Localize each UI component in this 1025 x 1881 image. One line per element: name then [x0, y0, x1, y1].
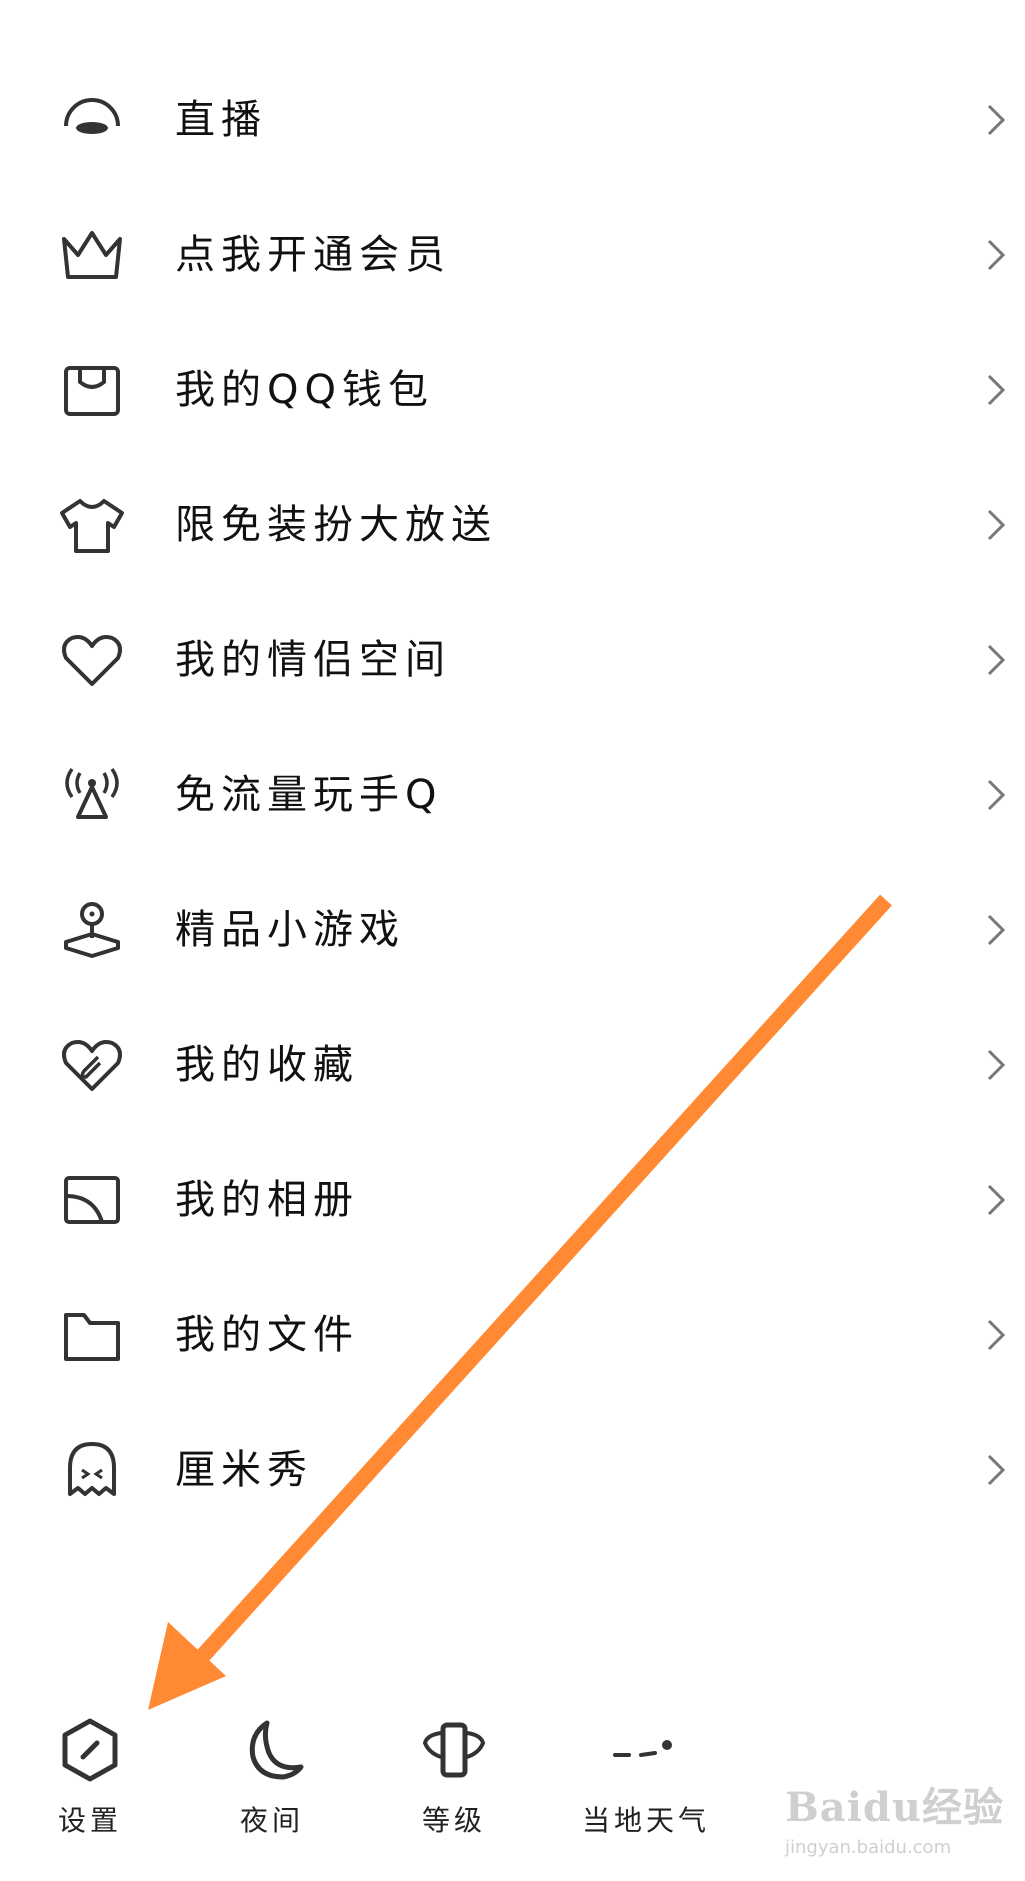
- live-icon: [58, 90, 126, 150]
- menu-item-label: 直播: [175, 97, 267, 143]
- chevron-right-icon: [985, 1317, 1009, 1353]
- menu-item-live[interactable]: 直播: [0, 52, 1025, 187]
- favorite-heart-icon: [58, 1035, 126, 1095]
- chevron-right-icon: [985, 237, 1009, 273]
- chevron-right-icon: [985, 777, 1009, 813]
- night-mode-label: 夜间: [239, 1804, 304, 1837]
- settings-hexagon-icon: [55, 1715, 125, 1785]
- settings-label: 设置: [57, 1804, 122, 1837]
- tshirt-icon: [58, 495, 126, 555]
- menu-item-files[interactable]: 我的文件: [0, 1267, 1025, 1402]
- menu-item-favorites[interactable]: 我的收藏: [0, 997, 1025, 1132]
- watermark-logo: Baidu经验: [785, 1784, 1004, 1831]
- avatar-ghost-icon: [58, 1440, 126, 1500]
- menu-item-label: 限免装扮大放送: [175, 502, 497, 548]
- menu-item-label: 免流量玩手Q: [175, 772, 443, 818]
- menu-item-wallet[interactable]: 我的QQ钱包: [0, 322, 1025, 457]
- menu-item-couple[interactable]: 我的情侣空间: [0, 592, 1025, 727]
- night-mode-button[interactable]: 夜间: [202, 1715, 342, 1855]
- heart-icon: [58, 630, 126, 690]
- menu-item-label: 精品小游戏: [175, 907, 405, 953]
- menu-item-label: 我的相册: [175, 1177, 359, 1223]
- folder-icon: [58, 1305, 126, 1365]
- level-label: 等级: [421, 1804, 486, 1837]
- weather-button[interactable]: 当地天气: [566, 1715, 726, 1855]
- joystick-icon: [58, 900, 126, 960]
- level-button[interactable]: 等级: [384, 1715, 524, 1855]
- menu-item-label: 我的收藏: [175, 1042, 359, 1088]
- menu-item-vip[interactable]: 点我开通会员: [0, 187, 1025, 322]
- menu-item-label: 我的情侣空间: [175, 637, 451, 683]
- chevron-right-icon: [985, 912, 1009, 948]
- menu-item-theme[interactable]: 限免装扮大放送: [0, 457, 1025, 592]
- menu-item-label: 我的QQ钱包: [175, 367, 434, 413]
- crown-icon: [58, 225, 126, 285]
- menu-item-label: 厘米秀: [175, 1447, 313, 1493]
- weather-label: 当地天气: [581, 1804, 710, 1837]
- chevron-right-icon: [985, 1182, 1009, 1218]
- album-icon: [58, 1170, 126, 1230]
- menu-item-label: 点我开通会员: [175, 232, 451, 278]
- menu-item-games[interactable]: 精品小游戏: [0, 862, 1025, 997]
- moon-icon: [237, 1715, 307, 1785]
- menu-item-album[interactable]: 我的相册: [0, 1132, 1025, 1267]
- settings-button[interactable]: 设置: [20, 1715, 160, 1855]
- watermark-url: jingyan.baidu.com: [785, 1837, 952, 1858]
- chevron-right-icon: [985, 507, 1009, 543]
- wallet-icon: [58, 360, 126, 420]
- menu-item-cmshow[interactable]: 厘米秀: [0, 1402, 1025, 1537]
- weather-icon: [611, 1715, 681, 1785]
- chevron-right-icon: [985, 372, 1009, 408]
- menu-item-free-data[interactable]: 免流量玩手Q: [0, 727, 1025, 862]
- level-badge-icon: [419, 1715, 489, 1785]
- chevron-right-icon: [985, 1047, 1009, 1083]
- chevron-right-icon: [985, 1452, 1009, 1488]
- chevron-right-icon: [985, 102, 1009, 138]
- chevron-right-icon: [985, 642, 1009, 678]
- baidu-watermark: Baidu经验 jingyan.baidu.com: [785, 1775, 1005, 1865]
- menu-item-label: 我的文件: [175, 1312, 359, 1358]
- signal-tower-icon: [58, 765, 126, 825]
